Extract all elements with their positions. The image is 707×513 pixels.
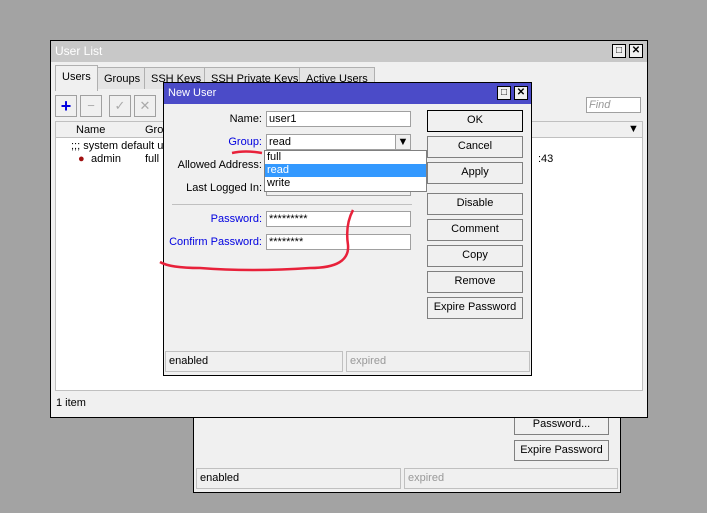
password-circle-mark <box>159 209 355 272</box>
red-annotation <box>159 150 355 272</box>
group-underline-mark <box>231 150 263 155</box>
